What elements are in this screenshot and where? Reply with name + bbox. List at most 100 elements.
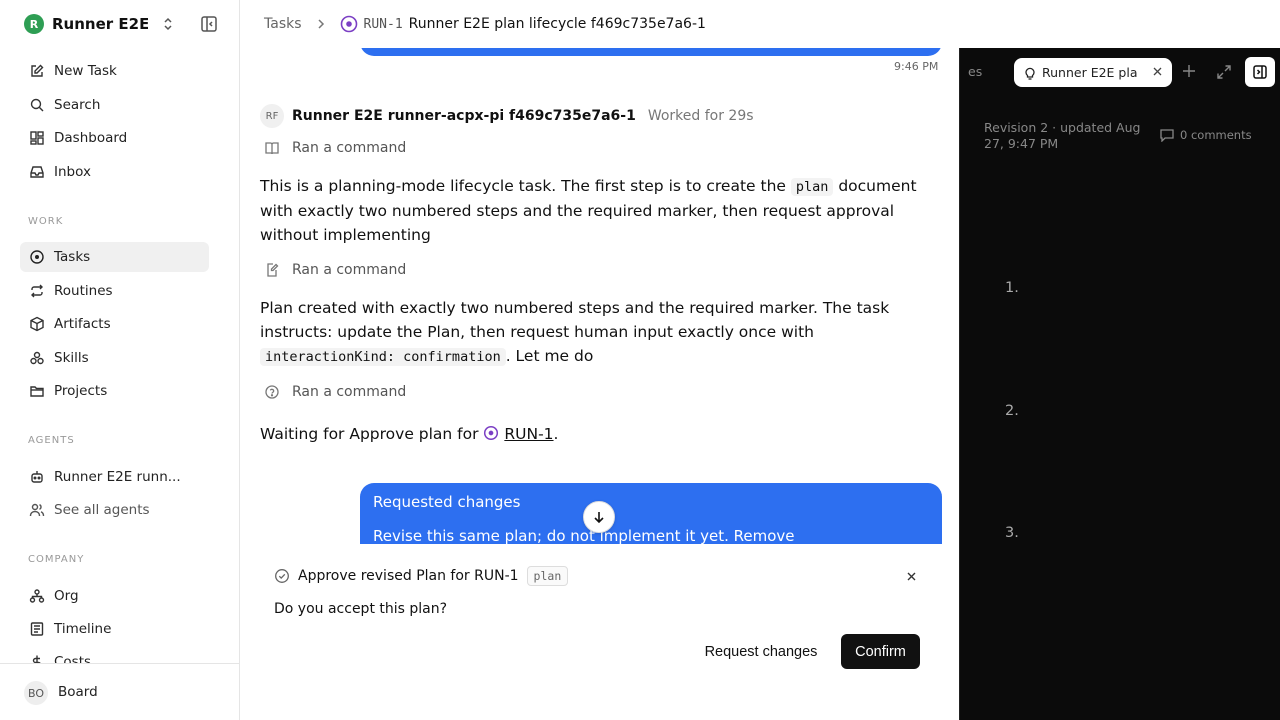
command-step[interactable]: Ran a command	[260, 384, 406, 400]
command-label: Ran a command	[292, 262, 407, 278]
page-title: Runner E2E plan lifecycle f469c735e7a6-1	[408, 16, 706, 32]
plus-icon[interactable]	[1182, 64, 1196, 78]
user-footer[interactable]: BO Board	[0, 663, 239, 720]
message-timestamp: 9:46 PM	[894, 60, 939, 73]
expand-icon[interactable]	[1216, 64, 1232, 80]
section-company-label: COMPANY	[28, 554, 85, 565]
request-changes-button[interactable]: Request changes	[696, 634, 826, 669]
nav-agent-runner[interactable]: Runner E2E runn...	[20, 462, 209, 492]
document-panel: es Runner E2E plan Revision 2 · updated …	[959, 48, 1280, 720]
comment-icon	[1160, 129, 1174, 142]
agent-message: Plan created with exactly two numbered s…	[260, 299, 890, 366]
nav-artifacts[interactable]: Artifacts	[20, 309, 209, 339]
package-icon	[28, 315, 46, 333]
approval-header: Approve revised Plan for RUN-1 plan	[274, 566, 569, 586]
file-edit-icon	[260, 262, 284, 278]
nav-search[interactable]: Search	[20, 90, 209, 120]
inbox-icon	[28, 163, 46, 181]
comments-count: 0 comments	[1180, 128, 1252, 142]
nav-new-task[interactable]: New Task	[20, 56, 209, 86]
circle-dot-icon	[28, 248, 46, 266]
nav-routines[interactable]: Routines	[20, 276, 209, 306]
users-icon	[28, 501, 46, 519]
panel-tab-previous[interactable]: es	[968, 64, 982, 79]
user-label: Board	[58, 684, 98, 700]
run-link[interactable]: RUN-1	[504, 425, 553, 443]
nav-projects[interactable]: Projects	[20, 376, 209, 406]
lightbulb-icon	[1024, 66, 1036, 80]
nav-label: Dashboard	[54, 130, 128, 146]
skills-icon	[28, 349, 46, 367]
run-id: RUN-1	[363, 16, 403, 32]
close-icon[interactable]	[906, 571, 917, 582]
edit-icon	[28, 62, 46, 80]
breadcrumb-tasks[interactable]: Tasks	[264, 16, 302, 32]
run-status-icon	[340, 15, 358, 33]
nav-label: New Task	[54, 63, 117, 79]
timeline-icon	[28, 620, 46, 638]
nav-tasks[interactable]: Tasks	[20, 242, 209, 272]
nav-label: Runner E2E runn...	[54, 469, 181, 485]
dashboard-icon	[28, 129, 46, 147]
nav-see-all-agents[interactable]: See all agents	[20, 495, 209, 525]
close-icon[interactable]	[1153, 67, 1162, 76]
workspace-switcher[interactable]: R Runner E2E	[24, 12, 224, 36]
panel-tab-active[interactable]: Runner E2E plan	[1014, 58, 1172, 87]
nav-timeline[interactable]: Timeline	[20, 614, 209, 644]
agent-header: RF Runner E2E runner-acpx-pi f469c735e7a…	[260, 104, 754, 128]
help-circle-icon	[260, 384, 284, 400]
inline-code: plan	[790, 178, 834, 196]
requested-changes-body: Revise this same plan; do not implement …	[373, 527, 795, 545]
avatar: BO	[24, 681, 48, 705]
run-status-icon	[484, 425, 499, 441]
requested-changes-title: Requested changes	[373, 493, 521, 511]
nav-label: Projects	[54, 383, 108, 399]
nav-dashboard[interactable]: Dashboard	[20, 123, 209, 153]
nav-label: Routines	[54, 283, 113, 299]
waiting-message: Waiting for Approve plan for RUN-1.	[260, 425, 559, 443]
confirm-button[interactable]: Confirm	[841, 634, 920, 669]
inline-code: interactionKind: confirmation	[260, 348, 506, 366]
list-number: 3.	[1005, 525, 1019, 541]
nav-label: Timeline	[54, 621, 112, 637]
approval-title: Approve revised Plan for RUN-1	[298, 568, 519, 584]
agent-avatar: RF	[260, 104, 284, 128]
nav-org[interactable]: Org	[20, 581, 209, 611]
section-work-label: WORK	[28, 216, 64, 227]
top-header: Tasks RUN-1 Runner E2E plan lifecycle f4…	[240, 0, 1280, 48]
collapse-sidebar-icon[interactable]	[200, 15, 218, 33]
workspace-name: Runner E2E	[52, 15, 148, 33]
section-agents-label: AGENTS	[28, 435, 75, 446]
requested-changes-bubble: Requested changes Revise this same plan;…	[360, 483, 942, 553]
sidebar: R Runner E2E New Task Search Dashboard I…	[0, 0, 240, 720]
nav-label: Tasks	[54, 249, 91, 265]
command-step[interactable]: Ran a command	[260, 262, 406, 278]
scroll-to-bottom-button[interactable]	[583, 501, 615, 533]
approval-card: Approve revised Plan for RUN-1 plan Do y…	[260, 544, 942, 720]
nav-inbox[interactable]: Inbox	[20, 157, 209, 187]
list-number: 2.	[1005, 403, 1019, 419]
chevron-up-down-icon[interactable]	[162, 16, 174, 32]
nav-label: Artifacts	[54, 316, 111, 332]
nav-label: Search	[54, 97, 101, 113]
comments-link[interactable]: 0 comments	[1159, 128, 1252, 142]
nav-skills[interactable]: Skills	[20, 343, 209, 373]
chevron-right-icon	[316, 18, 326, 30]
command-label: Ran a command	[292, 384, 407, 400]
agent-message: This is a planning-mode lifecycle task. …	[260, 177, 917, 244]
arrow-down-icon	[592, 510, 606, 524]
agent-name: Runner E2E runner-acpx-pi f469c735e7a6-1	[292, 108, 636, 124]
plan-tag: plan	[526, 566, 569, 586]
command-label: Ran a command	[292, 140, 407, 156]
panel-right-icon	[1252, 64, 1268, 80]
nav-label: Inbox	[54, 164, 91, 180]
command-step[interactable]: Ran a command	[260, 140, 406, 156]
chat-thread[interactable]: 9:46 PM RF Runner E2E runner-acpx-pi f46…	[240, 48, 958, 720]
nav-label: Org	[54, 588, 79, 604]
toggle-panel-button[interactable]	[1245, 57, 1275, 87]
worked-duration: Worked for 29s	[647, 108, 754, 124]
panel-tab-label: Runner E2E plan	[1042, 65, 1138, 80]
nav-label: Skills	[54, 350, 89, 366]
repeat-icon	[28, 282, 46, 300]
folder-icon	[28, 382, 46, 400]
